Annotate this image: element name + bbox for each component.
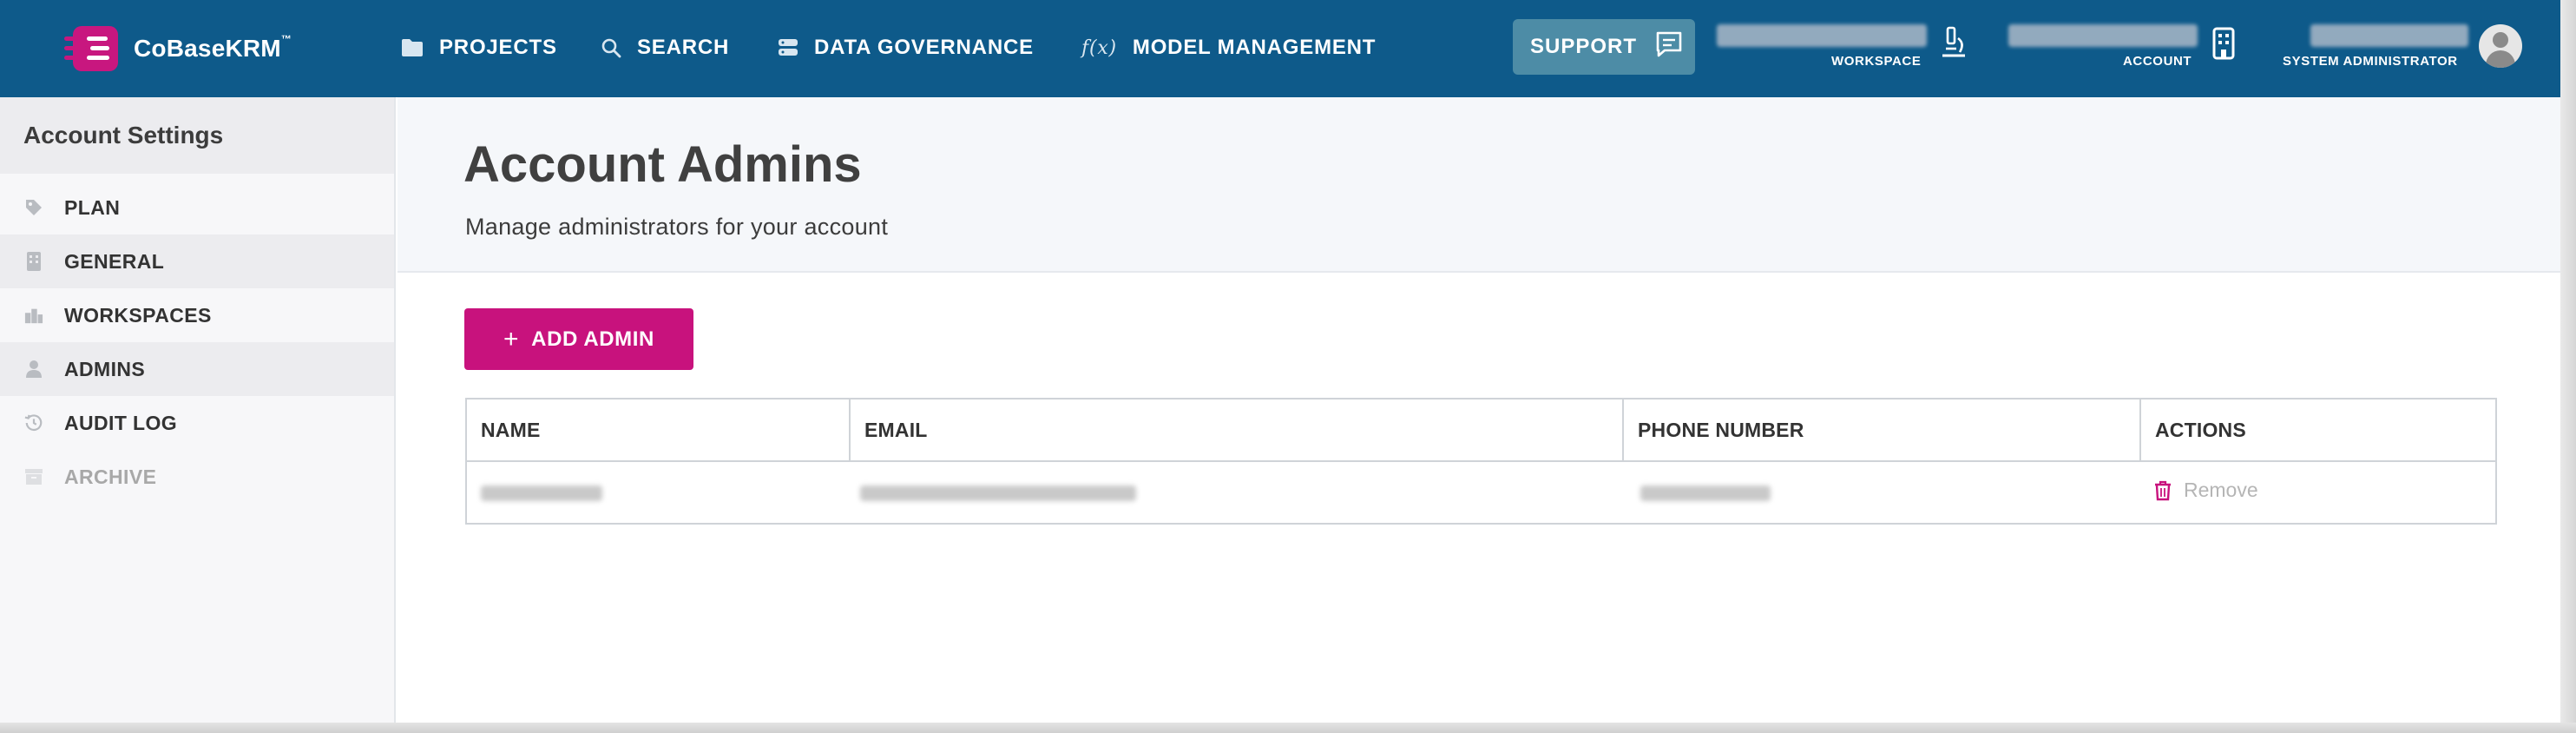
workspace-name-redacted [1717, 24, 1927, 47]
person-icon [24, 360, 43, 379]
sidebar-item-label: GENERAL [64, 249, 165, 273]
workspaces-icon [24, 306, 43, 325]
admins-table: NAME EMAIL PHONE NUMBER ACTIONS Remove [465, 398, 2497, 525]
account-settings-sidebar: Account Settings PLAN GENERAL WORKSPACES… [0, 97, 396, 723]
sidebar-item-archive[interactable]: ARCHIVE [0, 450, 394, 504]
nav-data-governance-label: DATA GOVERNANCE [814, 36, 1034, 59]
nav-model-management-label: MODEL MANAGEMENT [1132, 36, 1377, 59]
top-navigation-bar: CoBaseKRM™ PROJECTS SEARCH DATA GOVERNAN… [0, 0, 2560, 97]
sidebar-title: Account Settings [0, 97, 394, 174]
column-header-actions: ACTIONS [2139, 398, 2497, 462]
nav-search[interactable]: SEARCH [601, 26, 729, 69]
nav-data-governance[interactable]: DATA GOVERNANCE [778, 26, 1034, 69]
logo-mark-icon [64, 26, 122, 71]
account-name-redacted [2008, 24, 2198, 47]
trash-icon [2154, 480, 2172, 501]
table-row: Remove [466, 460, 2496, 524]
support-button[interactable]: SUPPORT [1513, 19, 1695, 75]
sidebar-item-workspaces[interactable]: WORKSPACES [0, 288, 394, 342]
archive-icon [24, 467, 43, 486]
admin-email-redacted [860, 485, 1136, 502]
user-name-redacted [2310, 24, 2468, 47]
column-header-phone[interactable]: PHONE NUMBER [1622, 398, 2141, 462]
column-header-name[interactable]: NAME [465, 398, 851, 462]
search-icon [601, 37, 621, 58]
admin-phone-redacted [1640, 485, 1771, 502]
sidebar-item-general[interactable]: GENERAL [0, 234, 394, 288]
history-icon [24, 413, 43, 433]
add-admin-label: ADD ADMIN [531, 327, 654, 351]
sidebar-item-label: ADMINS [64, 357, 146, 380]
user-avatar[interactable] [2479, 24, 2522, 68]
column-header-email[interactable]: EMAIL [849, 398, 1624, 462]
account-switcher[interactable]: ACCOUNT [2008, 23, 2241, 75]
sidebar-item-plan[interactable]: PLAN [0, 181, 394, 234]
remove-label: Remove [2184, 479, 2258, 502]
nav-search-label: SEARCH [637, 36, 730, 59]
user-role-label: SYSTEM ADMINISTRATOR [2283, 54, 2458, 69]
admin-name-redacted [481, 485, 602, 502]
window-right-edge [2560, 0, 2576, 733]
function-icon: f(x) [1081, 36, 1117, 59]
table-header-row: NAME EMAIL PHONE NUMBER ACTIONS [465, 398, 2497, 462]
page-header: Account Admins Manage administrators for… [398, 97, 2560, 273]
sidebar-item-audit-log[interactable]: AUDIT LOG [0, 396, 394, 450]
support-label: SUPPORT [1530, 35, 1638, 58]
chat-icon [1654, 30, 1684, 65]
building-icon [2211, 26, 2236, 65]
sidebar-item-label: WORKSPACES [64, 303, 212, 327]
page-subtitle: Manage administrators for your account [465, 214, 889, 240]
folder-icon [401, 38, 424, 57]
plus-icon: + [503, 324, 520, 353]
sidebar-item-admins[interactable]: ADMINS [0, 342, 394, 396]
admin-actions-cell: Remove [2140, 460, 2496, 524]
user-menu[interactable]: SYSTEM ADMINISTRATOR [2283, 23, 2482, 75]
building-icon [24, 252, 43, 271]
nav-projects-label: PROJECTS [439, 36, 557, 59]
app-logo[interactable]: CoBaseKRM™ [64, 24, 292, 73]
add-admin-button[interactable]: + ADD ADMIN [464, 308, 693, 370]
account-label: ACCOUNT [2123, 54, 2192, 69]
sidebar-item-label: AUDIT LOG [64, 411, 178, 434]
sidebar-item-label: PLAN [64, 195, 121, 219]
tag-icon [24, 198, 43, 217]
microscope-icon [1937, 26, 1968, 65]
admin-email-cell [850, 460, 1623, 524]
page-title: Account Admins [463, 136, 862, 193]
database-icon [778, 37, 798, 58]
admin-name-cell [466, 460, 850, 524]
nav-model-management[interactable]: f(x) MODEL MANAGEMENT [1081, 26, 1376, 69]
sidebar-item-label: ARCHIVE [64, 465, 157, 488]
admin-phone-cell [1623, 460, 2140, 524]
workspace-label: WORKSPACE [1831, 54, 1922, 69]
nav-projects[interactable]: PROJECTS [401, 26, 557, 69]
workspace-switcher[interactable]: WORKSPACE [1717, 23, 1968, 75]
remove-admin-button[interactable]: Remove [2154, 479, 2258, 502]
window-bottom-edge [0, 723, 2576, 733]
app-name: CoBaseKRM™ [134, 32, 292, 62]
